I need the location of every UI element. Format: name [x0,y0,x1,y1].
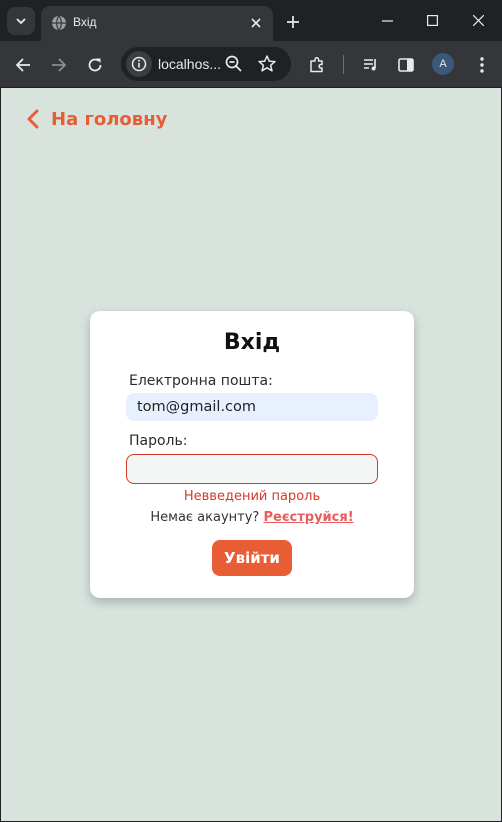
signup-prompt: Немає акаунту? Реєструйся! [90,510,414,525]
minimize-icon [381,19,393,22]
toolbar-divider [343,55,344,74]
password-label: Пароль: [129,433,188,449]
window-close-button[interactable] [455,0,501,40]
extensions-icon [310,56,323,73]
active-tab[interactable]: Вхід [41,6,273,41]
new-tab-button[interactable] [282,11,304,33]
close-icon [251,18,261,28]
browser-menu-button[interactable] [469,52,495,78]
side-panel-button[interactable] [393,52,419,78]
url-text: localhos... [158,56,222,72]
zoom-icon[interactable] [224,54,244,74]
more-icon [480,57,484,73]
email-field[interactable] [126,393,378,421]
minimize-button[interactable] [364,0,410,40]
login-title: Вхід [223,330,281,355]
login-card: Вхід Електронна пошта: Пароль: Невведени… [90,311,414,598]
address-bar[interactable]: localhos... [121,47,291,81]
back-arrow-icon [15,58,30,72]
tab-search-button[interactable] [7,7,35,35]
tab-search-icon [16,18,26,25]
register-link[interactable]: Реєструйся! [263,510,353,525]
no-account-text: Немає акаунту? [150,510,260,525]
tab-title: Вхід [73,15,97,29]
email-label: Електронна пошта: [129,373,273,389]
page-viewport: На головну Вхід Електронна пошта: Пароль… [0,88,502,822]
login-button[interactable]: Увійти [212,540,292,576]
tab-strip: Вхід [0,0,502,41]
reload-icon [88,58,102,72]
browser-toolbar: localhos... A [0,41,502,88]
side-panel-icon [398,58,414,72]
reload-button[interactable] [82,52,108,78]
password-field[interactable] [126,454,378,484]
media-control-button[interactable] [358,52,384,78]
back-to-home-link[interactable]: На головну [25,108,167,130]
star-icon[interactable] [257,54,277,74]
plus-icon [287,16,299,28]
profile-avatar[interactable]: A [432,53,454,75]
maximize-icon [426,14,438,26]
globe-icon [52,15,66,31]
info-icon [131,56,147,72]
window-close-icon [472,14,484,26]
tab-close-button[interactable] [248,15,264,31]
forward-button[interactable] [46,52,72,78]
chevron-left-icon [27,109,39,129]
media-icon [364,59,376,71]
extensions-button[interactable] [304,52,330,78]
site-info-button[interactable] [126,51,152,77]
back-button[interactable] [10,52,36,78]
maximize-button[interactable] [409,0,455,40]
password-error-message: Невведений пароль [183,489,321,504]
back-link-label: На головну [51,108,168,130]
forward-arrow-icon [52,58,67,72]
